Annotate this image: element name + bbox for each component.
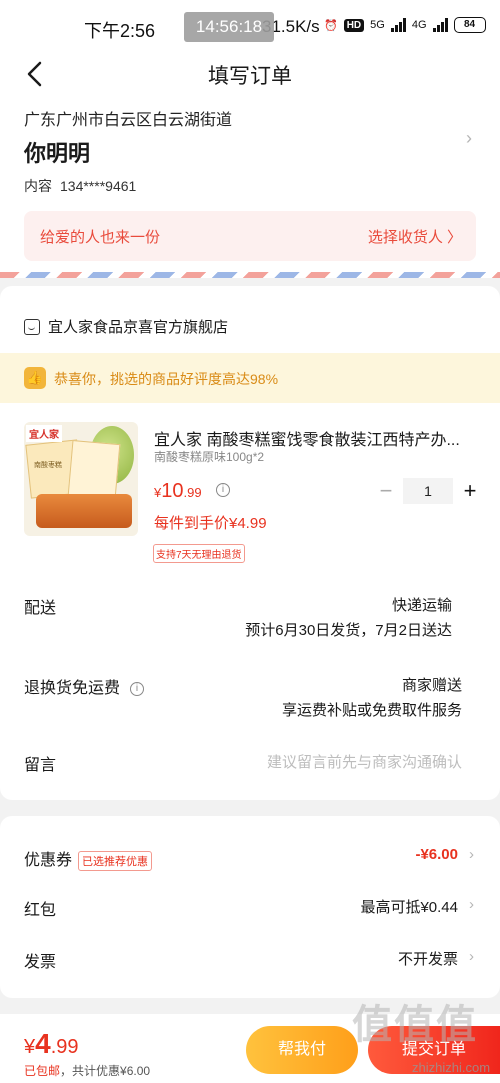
battery-icon: 84 [453,17,486,33]
delivery-label: 配送 [24,600,57,617]
coupon-label: 优惠券 [24,852,73,869]
phone-label: 内容 [24,178,52,194]
decrement-button[interactable]: − [375,478,397,504]
gift-bar[interactable]: 给爱的人也来一份 选择收货人 〉 [24,211,476,261]
price-decimal: .99 [183,485,202,500]
help-me-pay-button[interactable]: 帮我付 [246,1026,358,1074]
hd-icon: HD [343,18,365,32]
return-policy-badge: 支持7天无理由退货 [153,544,245,563]
watermark-logo: 值值值 [352,1003,478,1047]
invoice-label: 发票 [24,954,57,971]
net-4g-label: 4G [411,19,427,31]
praise-bar: 👍 恭喜你，挑选的商品好评度高达98% [0,353,500,403]
coupon-row[interactable]: 优惠券 已选推荐优惠 [24,846,153,871]
total-integer: 4 [35,1028,51,1059]
net-5g-label: 5G [370,19,385,31]
envelope-border [0,272,500,278]
coupon-value[interactable]: -¥6.00 [415,846,458,863]
choose-recipient-link[interactable]: 选择收货人 〉 [368,226,462,247]
watermark-url: zhizhizhi.com [412,1060,491,1075]
total-summary: 已包邮，共计优惠¥6.00 [24,1062,150,1079]
product-spec: 南酸枣糕原味100g*2 [154,450,265,464]
question-icon[interactable]: i [130,681,145,696]
gift-text: 给爱的人也来一份 [40,229,161,246]
thumbs-up-icon: 👍 [24,367,46,389]
package-label: 南酸枣糕 [34,462,62,469]
nav-bar: 填写订单 [0,52,500,96]
chevron-right-icon: › [469,948,474,965]
signal-icon [390,18,406,32]
recipient-name: 你明明 [24,141,91,166]
price-integer: 10 [161,480,184,502]
redpack-value[interactable]: 最高可抵¥0.44 [360,896,458,917]
total-currency: ¥ [24,1036,36,1058]
product-price: ¥10.99 [154,480,202,503]
status-icons: ⏰ HD 5G 4G 84 [324,17,486,33]
per-item-price: 每件到手价¥4.99 [154,515,267,532]
info-icon[interactable]: i [216,483,230,497]
recommended-badge: 已选推荐优惠 [78,850,153,871]
page-title: 填写订单 [208,65,292,88]
screenshot-time-overlay: 14:56:18 [184,12,274,42]
store-icon [24,318,40,335]
store-name: 宜人家食品京喜官方旗舰店 [48,319,229,336]
delivery-method[interactable]: 快递运输 [392,594,452,615]
status-time: 下午2:56 [84,21,156,41]
saved-prefix: ，共计优惠 [60,1064,121,1078]
invoice-value[interactable]: 不开发票 [398,948,458,969]
message-input[interactable]: 建议留言前先与商家沟通确认 [267,751,462,772]
total-decimal: .99 [50,1036,79,1058]
product-title[interactable]: 宜人家 南酸枣糕蜜饯零食散装江西特产办... [154,426,479,450]
signal-icon-2 [432,18,448,32]
return-shipping-text: 退换货免运费 [24,680,121,697]
jujube-cake-graphic [36,494,132,528]
shipping-free-text: 已包邮 [24,1064,61,1078]
recipient-phone: 内容 134****9461 [24,176,136,196]
status-bar: 下午2:56 31.5K/s 14:56:18 ⏰ HD 5G 4G 84 [0,0,500,52]
return-shipping-detail: 享运费补贴或免费取件服务 [281,702,462,719]
total-price: ¥4.99 [24,1028,79,1060]
increment-button[interactable]: + [459,478,481,504]
quantity-stepper: − 1 + [375,478,481,504]
chevron-right-icon: › [469,846,474,863]
praise-text: 恭喜你，挑选的商品好评度高达98% [54,371,279,387]
return-shipping-label: 退换货免运费 i [24,674,145,698]
address-line: 广东广州市白云区白云湖街道 [24,112,233,129]
return-shipping-value: 商家赠送 [401,677,462,694]
delivery-eta: 预计6月30日发货，7月2日送达 [245,622,452,639]
discount-card: 优惠券 已选推荐优惠 -¥6.00 › 红包 最高可抵¥0.44 › 发票 不开发… [0,816,500,998]
alarm-icon: ⏰ [324,19,338,32]
chevron-right-icon: › [466,128,472,148]
store-header[interactable]: 宜人家食品京喜官方旗舰店 [24,316,228,337]
message-label: 留言 [24,757,57,774]
saved-value: ¥6.00 [120,1064,151,1078]
product-logo: 宜人家 [26,425,62,442]
chevron-right-icon: › [469,896,474,913]
address-card[interactable]: 广东广州市白云区白云湖街道 你明明 内容 134****9461 › 给爱的人也来… [0,96,500,272]
store-card: 宜人家食品京喜官方旗舰店 👍 恭喜你，挑选的商品好评度高达98% 宜人家 南酸枣… [0,286,500,800]
package-graphic-2 [67,440,121,500]
redpack-label: 红包 [24,902,57,919]
product-image[interactable]: 宜人家 南酸枣糕 [24,422,138,536]
quantity-value[interactable]: 1 [403,478,453,504]
phone-number: 134****9461 [60,178,137,194]
